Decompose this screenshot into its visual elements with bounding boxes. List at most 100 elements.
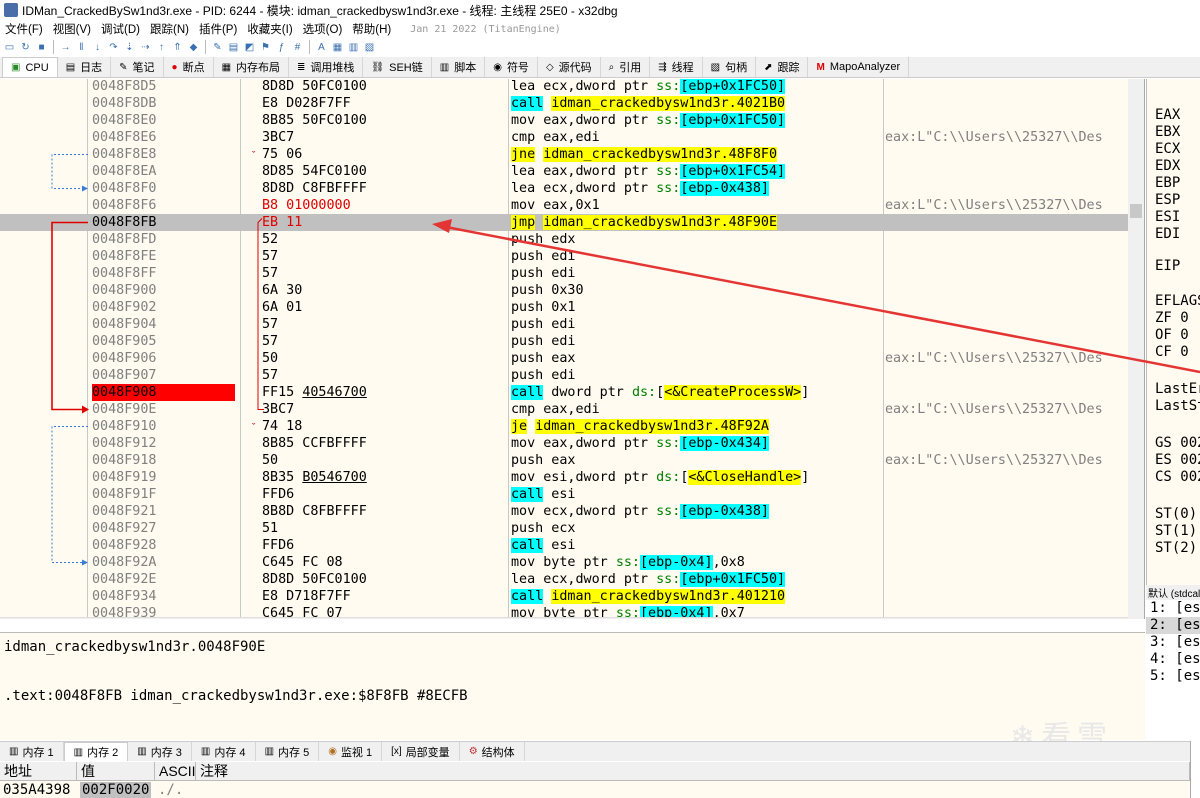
register-st-2-[interactable]: ST(2) xyxy=(1155,540,1197,556)
disasm-bytes[interactable]: 8B85 50FC0100 xyxy=(262,112,502,129)
register-zf-0[interactable]: ZF 0 xyxy=(1155,310,1189,326)
stack-arg-row[interactable]: 5: [esp+10] xyxy=(1146,668,1200,685)
register-ecx[interactable]: ECX xyxy=(1155,141,1180,157)
disasm-instruction[interactable]: push ecx xyxy=(511,520,883,537)
menu-help[interactable]: 帮助(H) xyxy=(347,21,396,37)
disasm-instruction[interactable]: call esi xyxy=(511,486,883,503)
disasm-bytes[interactable]: 57 xyxy=(262,316,502,333)
disasm-comment[interactable]: eax:L"C:\\Users\\25327\\Des xyxy=(885,129,1144,146)
register-st-0-[interactable]: ST(0) xyxy=(1155,506,1197,522)
disasm-instruction[interactable]: push edi xyxy=(511,265,883,282)
disasm-bytes[interactable]: 8B85 CCFBFFFF xyxy=(262,435,502,452)
comment-icon[interactable]: ▤ xyxy=(227,41,240,54)
menu-trace[interactable]: 跟踪(N) xyxy=(145,21,194,37)
trace-over-icon[interactable]: ⇢ xyxy=(139,41,152,54)
horizontal-scrollbar[interactable]: ◀ ▶ xyxy=(0,617,1128,619)
disasm-instruction[interactable]: mov eax,dword ptr ss:[ebp+0x1FC50] xyxy=(511,112,883,129)
disasm-instruction[interactable]: call idman_crackedbysw1nd3r.401210 xyxy=(511,588,883,605)
vertical-scrollbar[interactable] xyxy=(1128,79,1144,619)
disasm-instruction[interactable]: jne idman_crackedbysw1nd3r.48F8F0 xyxy=(511,146,883,163)
disasm-instruction[interactable]: push edi xyxy=(511,316,883,333)
step-into-icon[interactable]: ↓ xyxy=(91,41,104,54)
disasm-bytes[interactable]: EB 11 xyxy=(262,214,502,231)
disasm-instruction[interactable]: mov esi,dword ptr ds:[<&CloseHandle>] xyxy=(511,469,883,486)
disasm-instruction[interactable]: jmp idman_crackedbysw1nd3r.48F90E xyxy=(511,214,883,231)
disasm-bytes[interactable]: FFD6 xyxy=(262,537,502,554)
disasm-bytes[interactable]: 6A 30 xyxy=(262,282,502,299)
disasm-bytes[interactable]: 57 xyxy=(262,367,502,384)
register-eax[interactable]: EAX xyxy=(1155,107,1180,123)
run-icon[interactable]: → xyxy=(59,41,72,54)
dump-value[interactable]: 002F0020 xyxy=(80,782,152,798)
disasm-bytes[interactable]: 57 xyxy=(262,248,502,265)
disasm-instruction[interactable]: push edi xyxy=(511,333,883,350)
register-gs-002b[interactable]: GS 002B xyxy=(1155,435,1200,451)
register-ebx[interactable]: EBX xyxy=(1155,124,1180,140)
tab-mapo[interactable]: M MapoAnalyzer xyxy=(808,57,910,77)
dump-tab-2[interactable]: ▥ 内存 2 xyxy=(63,742,129,761)
disasm-bytes[interactable]: 8B35 B0546700 xyxy=(262,469,502,486)
tab-call-stack[interactable]: ≣ 调用堆栈 xyxy=(289,57,364,77)
tab-source[interactable]: ◇ 源代码 xyxy=(538,57,601,77)
disasm-instruction[interactable]: je idman_crackedbysw1nd3r.48F92A xyxy=(511,418,883,435)
disasm-comment[interactable]: eax:L"C:\\Users\\25327\\Des xyxy=(885,452,1144,469)
call-target-bytes[interactable]: 40546700 xyxy=(302,385,367,400)
disasm-instruction[interactable]: push edi xyxy=(511,248,883,265)
disasm-instruction[interactable]: push eax xyxy=(511,350,883,367)
scylla-icon[interactable]: ◆ xyxy=(187,41,200,54)
call-target-bytes[interactable]: B0546700 xyxy=(302,470,367,485)
disasm-bytes[interactable]: 57 xyxy=(262,333,502,350)
disasm-bytes[interactable]: 6A 01 xyxy=(262,299,502,316)
dump-address[interactable]: 035A4398 xyxy=(3,782,70,798)
tab-notes[interactable]: ✎ 笔记 xyxy=(111,57,164,77)
calculator-icon[interactable]: ▦ xyxy=(331,41,344,54)
disasm-bytes[interactable]: 8D8D 50FC0100 xyxy=(262,79,502,95)
menu-debug[interactable]: 调试(D) xyxy=(96,21,145,37)
dump-header-comment[interactable]: 注释 xyxy=(196,762,1190,781)
dump-tab-8[interactable]: ⚙ 结构体 xyxy=(460,742,525,761)
disasm-bytes[interactable]: E8 D028F7FF xyxy=(262,95,502,112)
menu-favourites[interactable]: 收藏夹(I) xyxy=(242,21,297,37)
disasm-instruction[interactable]: push 0x1 xyxy=(511,299,883,316)
scroll-left-icon[interactable]: ◀ xyxy=(4,618,12,619)
stop-icon[interactable]: ■ xyxy=(35,41,48,54)
disasm-instruction[interactable]: mov ecx,dword ptr ss:[ebp-0x438] xyxy=(511,503,883,520)
register-esi[interactable]: ESI xyxy=(1155,209,1180,225)
disasm-bytes[interactable]: 57 xyxy=(262,265,502,282)
vscroll-thumb[interactable] xyxy=(1130,204,1142,218)
restart-icon[interactable]: ↻ xyxy=(19,41,32,54)
disasm-bytes[interactable]: FF15 40546700 xyxy=(262,384,502,401)
patch-icon[interactable]: ▧ xyxy=(363,41,376,54)
disasm-comment[interactable]: eax:L"C:\\Users\\25327\\Des xyxy=(885,197,1144,214)
disasm-instruction[interactable]: push edi xyxy=(511,367,883,384)
register-ebp[interactable]: EBP xyxy=(1155,175,1180,191)
disasm-bytes[interactable]: 8D8D C8FBFFFF xyxy=(262,180,502,197)
stack-arg-row[interactable]: 2: [esp+4] xyxy=(1146,617,1200,634)
tab-threads[interactable]: ⇶ 线程 xyxy=(650,57,703,77)
dump-tab-5[interactable]: ▥ 内存 5 xyxy=(256,742,320,761)
register-edx[interactable]: EDX xyxy=(1155,158,1180,174)
disasm-bytes[interactable]: 3BC7 xyxy=(262,129,502,146)
dump-header-ascii[interactable]: ASCII xyxy=(155,762,196,781)
dump-header-address[interactable]: 地址 xyxy=(0,762,77,781)
disasm-bytes[interactable]: 8D85 54FC0100 xyxy=(262,163,502,180)
register-esp[interactable]: ESP xyxy=(1155,192,1180,208)
execute-till-return-icon[interactable]: ↑ xyxy=(155,41,168,54)
tab-script[interactable]: ▥ 脚本 xyxy=(432,57,486,77)
disasm-instruction[interactable]: cmp eax,edi xyxy=(511,401,883,418)
disasm-bytes[interactable]: 52 xyxy=(262,231,502,248)
disasm-instruction[interactable]: mov eax,0x1 xyxy=(511,197,883,214)
function-icon[interactable]: ƒ xyxy=(275,41,288,54)
disasm-instruction[interactable]: mov byte ptr ss:[ebp-0x4],0x8 xyxy=(511,554,883,571)
disasm-comment[interactable]: eax:L"C:\\Users\\25327\\Des xyxy=(885,401,1144,418)
disasm-instruction[interactable]: push edx xyxy=(511,231,883,248)
pause-icon[interactable]: ‖ xyxy=(75,41,88,54)
register-es-002b[interactable]: ES 002B xyxy=(1155,452,1200,468)
trace-into-icon[interactable]: ⇣ xyxy=(123,41,136,54)
hash-icon[interactable]: # xyxy=(291,41,304,54)
register-eip[interactable]: EIP xyxy=(1155,258,1180,274)
tab-handles[interactable]: ▧ 句柄 xyxy=(703,57,757,77)
disasm-bytes[interactable]: 50 xyxy=(262,452,502,469)
disassembly-view[interactable]: 0048F8D5 8D8D 50FC0100 lea ecx,dword ptr s… xyxy=(0,79,1145,619)
tab-log[interactable]: ▤ 日志 xyxy=(58,57,112,77)
